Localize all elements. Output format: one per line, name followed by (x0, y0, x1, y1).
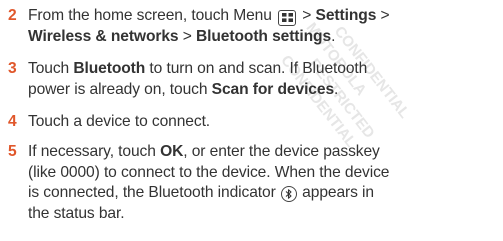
step-number: 2 (8, 7, 17, 24)
step-text: If necessary, touch OK, or enter the dev… (28, 143, 390, 222)
step-text: From the home screen, touch Menu > Setti… (28, 7, 390, 45)
step-4: 4 Touch a device to connect. (8, 112, 497, 133)
bluetooth-label: Bluetooth (73, 60, 146, 77)
settings-label: Settings (315, 7, 377, 24)
step-text: Touch a device to connect. (28, 113, 211, 130)
step-number: 4 (8, 113, 17, 130)
step-number: 3 (8, 60, 17, 77)
step-3: 3 Touch Bluetooth to turn on and scan. I… (8, 59, 497, 100)
bluetooth-indicator-icon (280, 186, 297, 202)
scan-for-devices-label: Scan for devices (211, 80, 335, 98)
step-2: 2 From the home screen, touch Menu > Set… (8, 6, 497, 47)
ok-label: OK (160, 143, 184, 160)
step-5: 5 If necessary, touch OK, or enter the d… (8, 142, 497, 224)
bluetooth-settings-label: Bluetooth settings (195, 27, 332, 45)
step-number: 5 (8, 143, 17, 160)
menu-key-icon (278, 9, 297, 26)
wireless-networks-label: Wireless & networks (28, 27, 179, 45)
step-text: Touch Bluetooth to turn on and scan. If … (28, 60, 368, 98)
